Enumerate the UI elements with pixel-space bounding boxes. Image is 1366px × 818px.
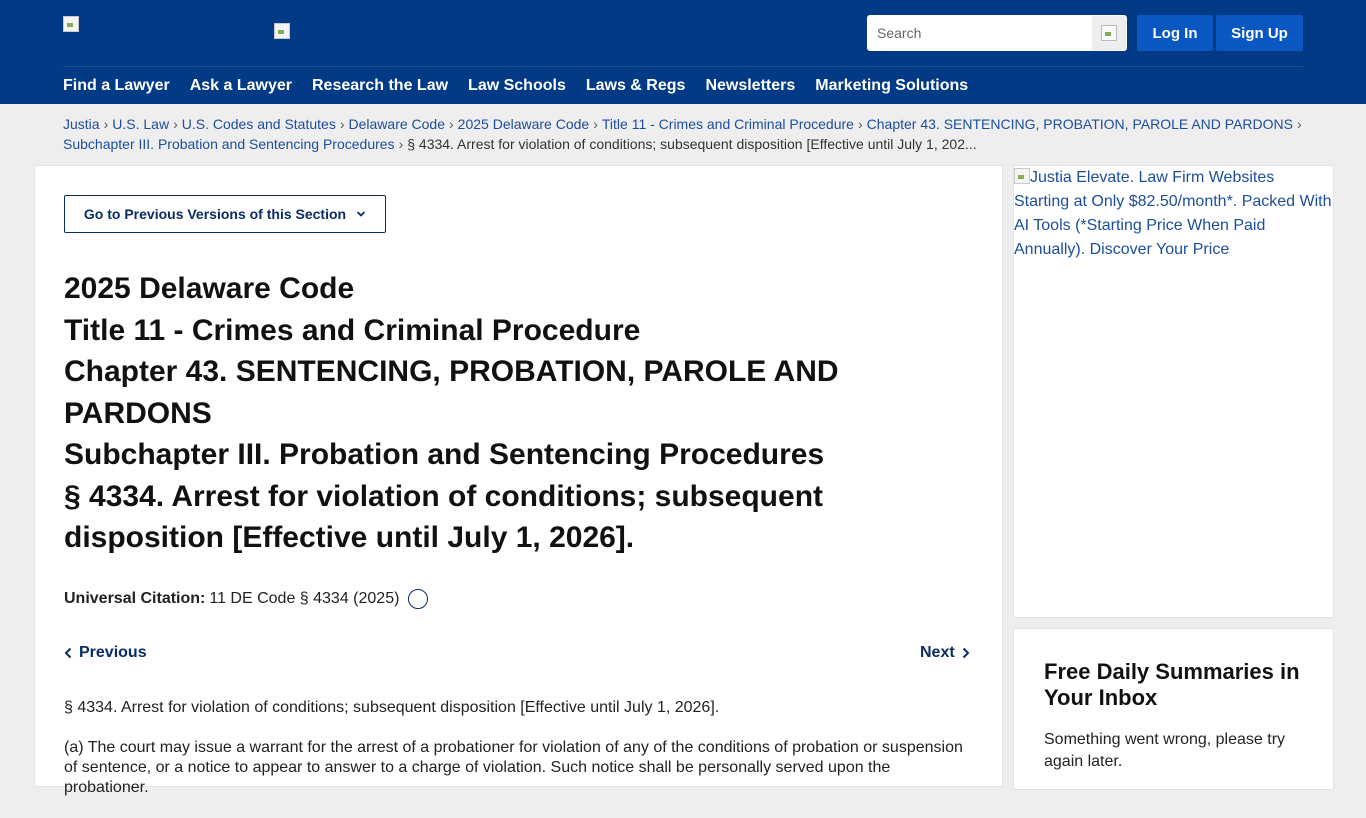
breadcrumb-link[interactable]: Delaware Code bbox=[349, 116, 446, 132]
header-divider bbox=[63, 66, 1303, 67]
chevron-right-icon bbox=[962, 647, 970, 659]
title-section: § 4334. Arrest for violation of conditio… bbox=[64, 479, 824, 555]
breadcrumb-link[interactable]: 2025 Delaware Code bbox=[458, 116, 590, 132]
nav-find-a-lawyer[interactable]: Find a Lawyer bbox=[63, 75, 170, 97]
justia-logo-image[interactable] bbox=[63, 16, 79, 32]
nav-newsletters[interactable]: Newsletters bbox=[705, 75, 795, 97]
previous-versions-label: Go to Previous Versions of this Section bbox=[83, 206, 347, 222]
title-subchapter: Subchapter III. Probation and Sentencing… bbox=[64, 438, 825, 471]
title-code: 2025 Delaware Code bbox=[64, 272, 355, 305]
newsletter-card: Free Daily Summaries in Your Inbox Somet… bbox=[1013, 628, 1334, 790]
breadcrumb-link[interactable]: Justia bbox=[63, 116, 100, 132]
search-box bbox=[867, 15, 1127, 51]
top-navigation: Find a Lawyer Ask a Lawyer Research the … bbox=[63, 75, 988, 97]
broken-image-icon bbox=[1014, 168, 1030, 184]
newsletter-error-message: Something went wrong, please try again l… bbox=[1044, 731, 1286, 770]
breadcrumb-link[interactable]: U.S. Law bbox=[112, 116, 169, 132]
universal-citation: Universal Citation: 11 DE Code § 4334 (2… bbox=[64, 589, 429, 609]
nav-marketing-solutions[interactable]: Marketing Solutions bbox=[815, 75, 968, 97]
citation-info-icon[interactable] bbox=[408, 589, 429, 609]
site-header: Log In Sign Up Find a Lawyer Ask a Lawye… bbox=[0, 0, 1366, 104]
ad-alt-text: Justia Elevate. Law Firm Websites Starti… bbox=[1014, 169, 1332, 258]
broken-image-icon bbox=[63, 16, 79, 32]
previous-section-link[interactable]: Previous bbox=[64, 644, 147, 662]
breadcrumb: Justia › U.S. Law › U.S. Codes and Statutes ›… bbox=[63, 116, 1302, 152]
nav-laws-and-regs[interactable]: Laws & Regs bbox=[586, 75, 686, 97]
newsletter-title: Free Daily Summaries in Your Inbox bbox=[1044, 659, 1300, 710]
justia-elevate-ad[interactable]: Justia Elevate. Law Firm Websites Starti… bbox=[1014, 166, 1333, 262]
statute-paragraph: (a) The court may issue a warrant for th… bbox=[64, 739, 963, 796]
nav-law-schools[interactable]: Law Schools bbox=[468, 75, 566, 97]
page-title: 2025 Delaware Code Title 11 - Crimes and… bbox=[64, 268, 944, 559]
secondary-logo-image[interactable] bbox=[274, 23, 290, 39]
advertisement-card: Justia Elevate. Law Firm Websites Starti… bbox=[1013, 165, 1334, 618]
nav-research-the-law[interactable]: Research the Law bbox=[312, 75, 448, 97]
statute-paragraph: § 4334. Arrest for violation of conditio… bbox=[64, 699, 720, 716]
login-button[interactable]: Log In bbox=[1137, 15, 1213, 51]
title-title: Title 11 - Crimes and Criminal Procedure bbox=[64, 313, 641, 347]
breadcrumb-current: § 4334. Arrest for violation of conditio… bbox=[407, 136, 977, 152]
search-icon bbox=[1101, 25, 1117, 41]
statute-body: § 4334. Arrest for violation of conditio… bbox=[64, 698, 976, 818]
search-button[interactable] bbox=[1092, 16, 1126, 50]
nav-ask-a-lawyer[interactable]: Ask a Lawyer bbox=[190, 75, 292, 97]
chevron-left-icon bbox=[64, 647, 72, 659]
previous-versions-dropdown[interactable]: Go to Previous Versions of this Section bbox=[64, 195, 386, 233]
broken-image-icon bbox=[274, 23, 290, 39]
next-section-link[interactable]: Next bbox=[920, 644, 970, 662]
previous-label: Previous bbox=[79, 644, 147, 661]
breadcrumb-link[interactable]: Subchapter III. Probation and Sentencing… bbox=[63, 136, 395, 152]
search-input[interactable] bbox=[868, 16, 1090, 50]
citation-label: Universal Citation: bbox=[64, 590, 206, 607]
signup-button[interactable]: Sign Up bbox=[1216, 15, 1303, 51]
next-label: Next bbox=[920, 644, 955, 661]
chevron-down-icon bbox=[356, 211, 366, 217]
citation-value: 11 DE Code § 4334 (2025) bbox=[209, 590, 400, 607]
breadcrumb-link[interactable]: Title 11 - Crimes and Criminal Procedure bbox=[602, 116, 854, 132]
title-chapter: Chapter 43. SENTENCING, PROBATION, PAROL… bbox=[64, 355, 839, 430]
breadcrumb-link[interactable]: Chapter 43. SENTENCING, PROBATION, PAROL… bbox=[867, 116, 1293, 132]
breadcrumb-link[interactable]: U.S. Codes and Statutes bbox=[182, 116, 336, 132]
main-content-card: Go to Previous Versions of this Section … bbox=[34, 165, 1003, 796]
